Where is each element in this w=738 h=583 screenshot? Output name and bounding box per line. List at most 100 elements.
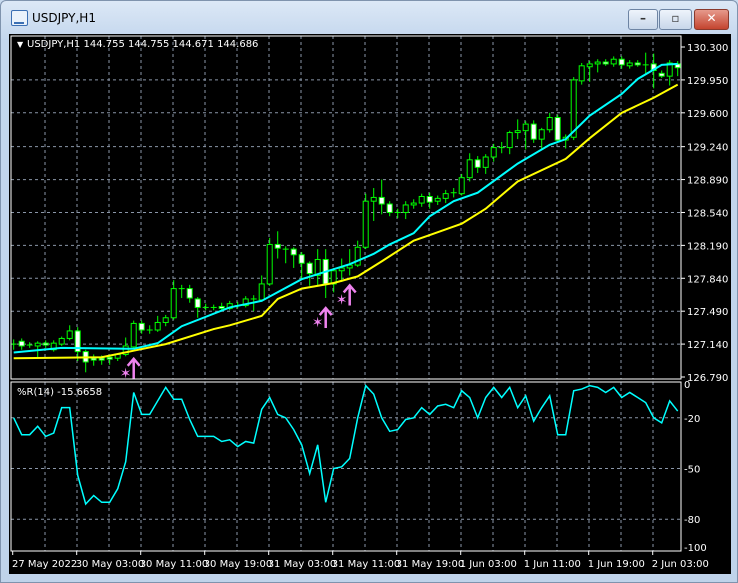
price-label: 128.190 [687,241,728,252]
candle-bullish [418,195,425,204]
candle-bullish [442,193,449,199]
time-label: 1 Jun 03:00 [460,559,517,570]
fast-moving-average-line [13,62,678,354]
indicator-level-label: 0 [684,380,690,391]
candle-bullish [538,129,545,140]
indicator-level-label: -20 [684,414,700,425]
candle-bearish [658,72,665,77]
candle-bullish [522,123,529,132]
price-label: 128.890 [687,176,728,187]
chart-area[interactable]: ✶ ✶ ✶ ▼ USDJPY,H1 144.755 144.755 144.671 … [9,34,731,574]
indicator-level-label: -50 [684,465,700,476]
candle-bearish [138,322,145,331]
candle-bearish [530,123,537,140]
candle-bullish [258,283,265,301]
indicator-label: %R(14) -15.6658 [17,387,102,398]
header-dropdown-icon[interactable]: ▼ [17,40,24,49]
candle-bullish [162,317,169,323]
candle-bullish [466,159,473,179]
candle-bullish [434,197,441,202]
moving-averages [13,62,679,360]
candle-bullish [130,322,137,348]
price-label: 127.840 [687,274,728,285]
candle-bullish [58,337,65,345]
price-label: 126.790 [687,373,728,384]
candle-bullish [34,342,41,347]
close-button[interactable]: ✕ [694,9,729,30]
price-label: 129.240 [687,143,728,154]
indicator-level-label: -100 [684,543,707,554]
time-label: 31 May 11:00 [332,559,401,570]
window-title: USDJPY,H1 [32,11,96,25]
minimize-button[interactable]: – [628,9,658,30]
williams-r-line [13,384,679,506]
candle-bullish [586,63,593,68]
candle-bearish [386,203,393,213]
chart-window: USDJPY,H1 – ▫ ✕ ✶ ✶ ✶ ▼ USDJPY,H1 144.755 … [0,0,738,583]
candle-bullish [546,117,553,131]
candle-bullish [578,65,585,82]
signal-star-icon: ✶ [336,292,348,308]
candle-bearish [18,340,25,347]
candle-bearish [106,356,113,360]
candle-bearish [298,254,305,264]
candle-bearish [634,62,641,66]
candle-bearish [306,262,313,275]
price-label: 127.140 [687,340,728,351]
candle-bullish [610,58,617,65]
time-label: 31 May 19:00 [396,559,465,570]
candle-bullish [514,130,521,134]
signal-star-icon: ✶ [312,315,324,331]
candle-bullish [338,267,345,272]
candle-bearish [378,196,385,205]
price-label: 130.300 [687,43,728,54]
candle-bullish [626,62,633,67]
price-chart[interactable]: ✶✶✶ ▼ USDJPY,H1 144.755 144.755 144.671 … [9,34,731,574]
chart-window-icon [11,10,28,26]
price-axis: 130.300 129.950 129.600 129.240 128.890 128.5… [681,43,728,384]
candle-bullish [266,243,273,285]
price-label: 129.950 [687,76,728,87]
candle-bearish [90,357,97,361]
time-axis: 27 May 202230 May 03:0030 May 11:0030 Ma… [12,551,709,570]
candle-bullish [170,288,177,319]
candle-bearish [602,61,609,65]
candle-bearish [98,357,105,361]
candle-bullish [370,196,377,202]
time-label: 27 May 2022 [12,559,77,570]
time-label: 30 May 11:00 [140,559,209,570]
candle-bullish [594,61,601,65]
candle-bullish [154,321,161,331]
chart-header: USDJPY,H1 144.755 144.755 144.671 144.68… [27,39,258,50]
candle-bullish [506,132,513,149]
indicator-axis: 0 -20 -50 -80 -100 [684,380,707,554]
price-label: 127.490 [687,307,728,318]
candle-bearish [474,159,481,168]
candle-bullish [482,156,489,168]
candle-bearish [194,298,201,308]
candle-bearish [290,248,297,256]
close-icon: ✕ [706,11,717,25]
minimize-icon: – [640,11,646,25]
price-label: 129.600 [687,109,728,120]
candle-bullish [402,204,409,213]
candle-bullish [458,177,465,195]
candle-bearish [618,58,625,66]
candle-bearish [554,117,561,141]
candle-bullish [66,330,73,339]
candle-bearish [186,288,193,299]
time-label: 1 Jun 11:00 [524,559,581,570]
main-pane-frame [10,35,682,380]
price-label: 128.540 [687,208,728,219]
title-bar[interactable]: USDJPY,H1 – ▫ ✕ [1,1,737,34]
indicator-level-label: -80 [684,515,700,526]
time-label: 1 Jun 19:00 [588,559,645,570]
candle-bullish [410,202,417,206]
candle-bearish [274,243,281,249]
maximize-icon: ▫ [671,11,680,25]
time-label: 31 May 03:00 [268,559,337,570]
maximize-button[interactable]: ▫ [659,9,692,30]
time-label: 30 May 19:00 [204,559,273,570]
candles [10,52,681,373]
candle-bearish [218,305,225,309]
